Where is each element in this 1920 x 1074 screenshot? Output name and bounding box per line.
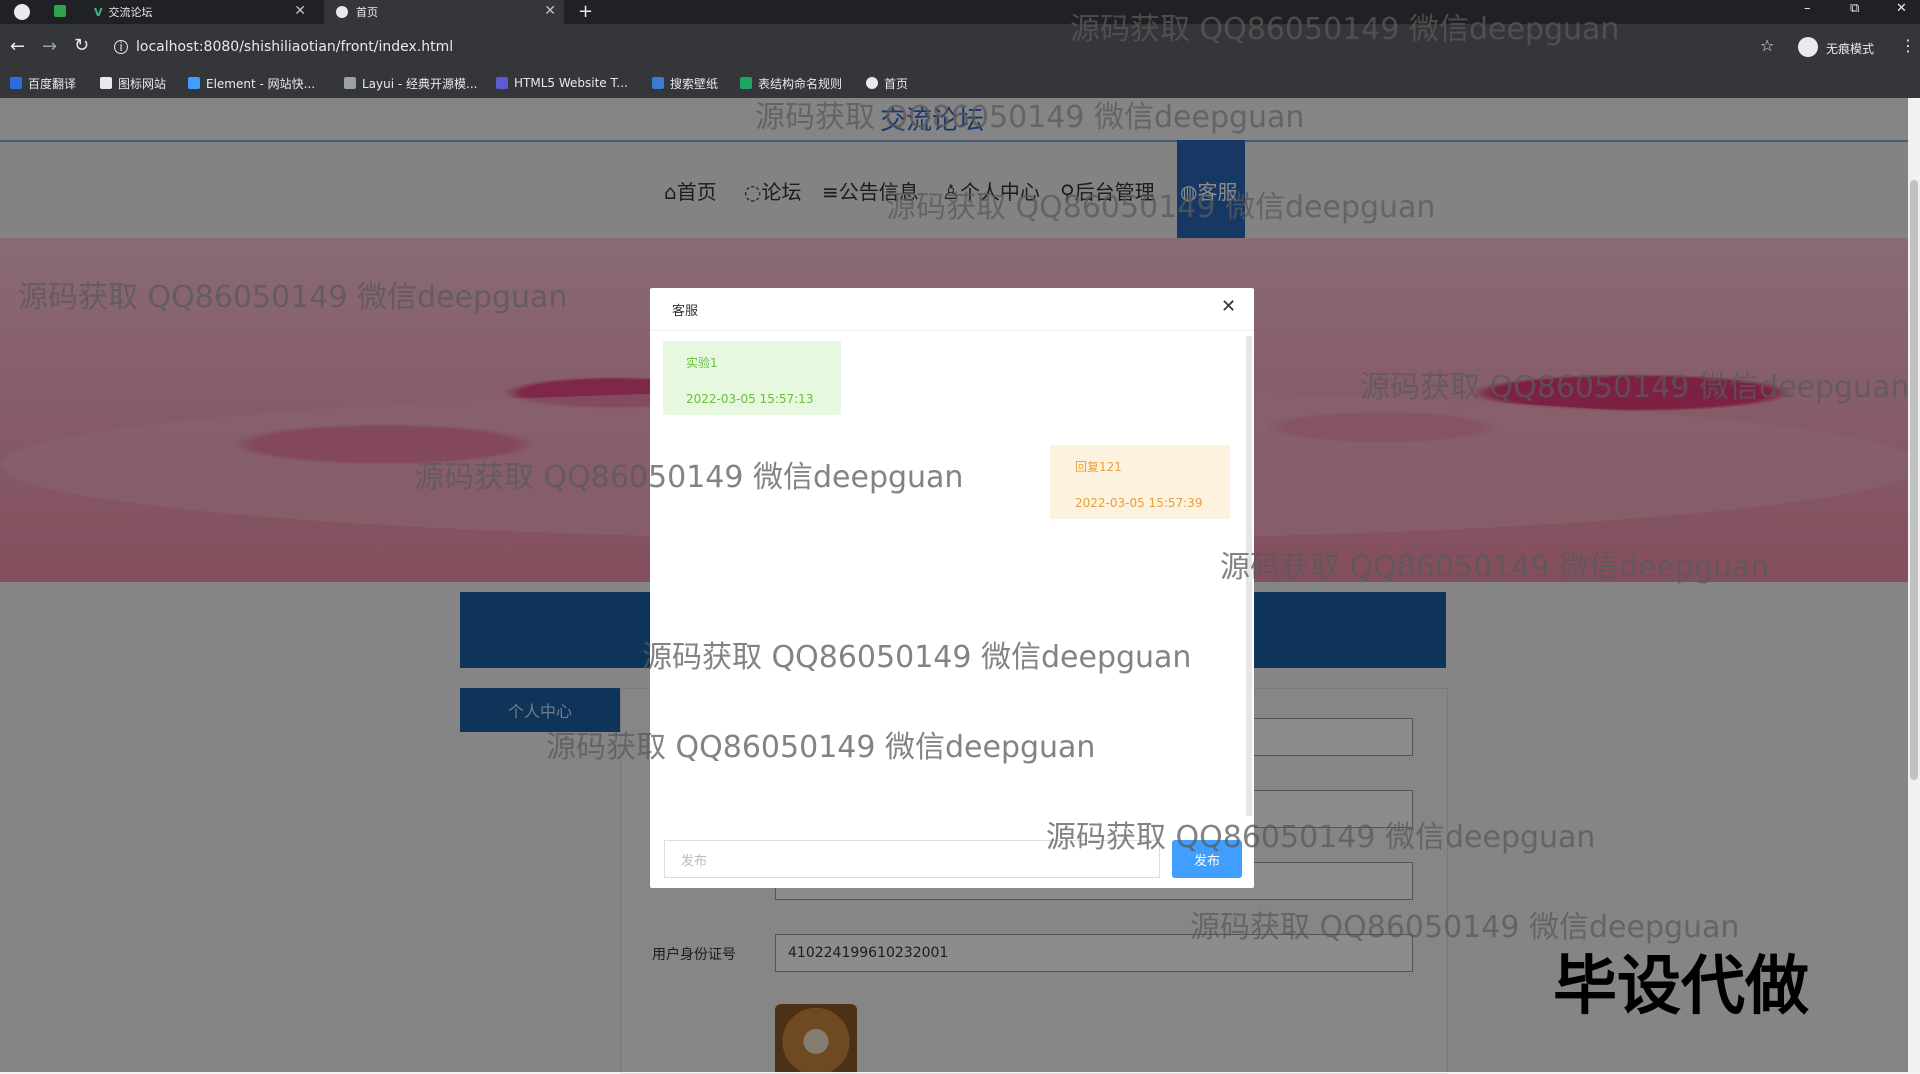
bookmark-label: 百度翻译: [28, 76, 77, 91]
bookmark-label: 表结构命名规则: [758, 76, 843, 91]
watermark: 源码获取 QQ86050149 微信deepguan: [886, 190, 1436, 225]
menu-icon[interactable]: ⋮: [1900, 36, 1916, 55]
forward-icon[interactable]: →: [42, 36, 57, 57]
watermark: 源码获取 QQ86050149 微信deepguan: [1046, 820, 1596, 855]
bookmark-item[interactable]: 百度翻译: [10, 72, 76, 94]
close-icon[interactable]: ✕: [544, 3, 556, 19]
watermark: 源码获取 QQ86050149 微信deepguan: [1220, 550, 1770, 585]
dialog-title: 客服: [672, 304, 699, 319]
watermark: 源码获取 QQ86050149 微信deepguan: [642, 640, 1192, 675]
translate-icon: [10, 77, 22, 89]
close-window-button[interactable]: ✕: [1896, 1, 1907, 16]
bookmark-item[interactable]: Layui - 经典开源模...: [344, 72, 477, 94]
tab-label: 首页: [356, 6, 378, 19]
restore-button[interactable]: ⧉: [1850, 1, 1859, 16]
bookmark-item[interactable]: 首页: [866, 72, 908, 94]
globe-icon: [866, 77, 878, 89]
new-tab-button[interactable]: +: [578, 1, 593, 22]
page-scrollbar-thumb[interactable]: [1910, 180, 1918, 780]
watermark: 源码获取 QQ86050149 微信deepguan: [755, 100, 1305, 135]
message-text: 实验1: [686, 356, 718, 370]
close-icon[interactable]: ✕: [1221, 296, 1236, 317]
message-text: 回复121: [1075, 460, 1122, 474]
element-icon: [188, 77, 200, 89]
watermark: 源码获取 QQ86050149 微信deepguan: [1360, 370, 1910, 405]
layui-icon: [344, 77, 356, 89]
app-icon[interactable]: [54, 5, 66, 17]
watermark: 源码获取 QQ86050149 微信deepguan: [414, 460, 964, 495]
message-time: 2022-03-05 15:57:13: [686, 392, 814, 406]
bookmark-item[interactable]: HTML5 Website T...: [496, 72, 628, 94]
wallpaper-icon: [652, 77, 664, 89]
url-text: localhost:8080/shishiliaotian/front/inde…: [136, 39, 454, 55]
bookmark-item[interactable]: Element - 网站快...: [188, 72, 315, 94]
bookmark-label: Layui - 经典开源模...: [362, 76, 478, 91]
tab-label: 交流论坛: [108, 6, 153, 19]
vue-icon: V: [94, 5, 103, 19]
watermark: 源码获取 QQ86050149 微信deepguan: [1070, 12, 1620, 47]
bookmark-item[interactable]: 表结构命名规则: [740, 72, 842, 94]
bookmark-item[interactable]: 搜索壁纸: [652, 72, 718, 94]
bookmark-label: 首页: [884, 76, 909, 91]
bookmark-label: 图标网站: [118, 76, 167, 91]
star-icon[interactable]: ☆: [1760, 36, 1774, 55]
watermark: 源码获取 QQ86050149 微信deepguan: [546, 730, 1096, 765]
divider: [650, 330, 1254, 331]
tab-forum[interactable]: V 交流论坛 ✕: [74, 0, 314, 24]
bookmark-label: 搜索壁纸: [670, 76, 719, 91]
reload-icon[interactable]: ↻: [74, 35, 89, 56]
watermark: 源码获取 QQ86050149 微信deepguan: [18, 280, 568, 315]
sheet-icon: [740, 77, 752, 89]
html5-icon: [496, 77, 508, 89]
minimize-button[interactable]: –: [1804, 1, 1811, 16]
info-icon[interactable]: i: [114, 40, 128, 54]
message-time: 2022-03-05 15:57:39: [1075, 496, 1203, 510]
profile-label[interactable]: 无痕模式: [1826, 40, 1874, 57]
corner-label: 毕设代做: [1553, 950, 1809, 1024]
bookmark-item[interactable]: 图标网站: [100, 72, 166, 94]
bookmark-label: Element - 网站快...: [206, 76, 316, 91]
bookmark-label: HTML5 Website T...: [514, 76, 628, 90]
browser-logo-icon: [14, 4, 30, 20]
globe-icon: [336, 6, 348, 18]
close-icon[interactable]: ✕: [294, 3, 306, 19]
incognito-icon[interactable]: [1798, 37, 1818, 57]
flag-icon: [100, 77, 112, 89]
tab-home[interactable]: 首页 ✕: [324, 0, 564, 24]
back-icon[interactable]: ←: [10, 36, 25, 57]
